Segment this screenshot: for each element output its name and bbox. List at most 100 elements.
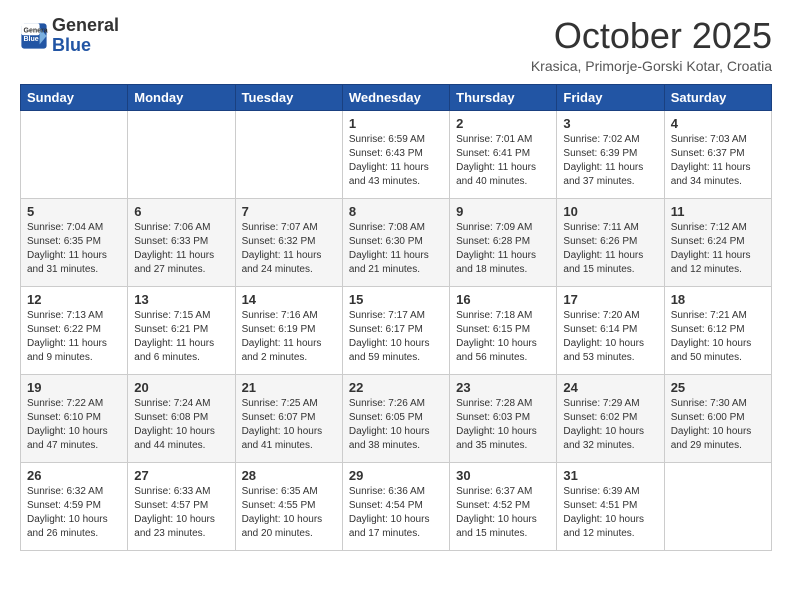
- day-number: 25: [671, 380, 765, 395]
- day-info: Sunrise: 7:30 AM Sunset: 6:00 PM Dayligh…: [671, 397, 765, 453]
- calendar-cell: 29 Sunrise: 6:36 AM Sunset: 4:54 PM Dayli…: [342, 462, 449, 550]
- calendar-cell: 9Sunrise: 7:09 AM Sunset: 6:28 PM Daylig…: [450, 198, 557, 286]
- calendar-cell: 16Sunrise: 7:18 AM Sunset: 6:15 PM Dayli…: [450, 286, 557, 374]
- calendar-cell: 13Sunrise: 7:15 AM Sunset: 6:21 PM Dayli…: [128, 286, 235, 374]
- calendar-cell: 28 Sunrise: 6:35 AM Sunset: 4:55 PM Dayli…: [235, 462, 342, 550]
- day-info: Sunrise: 7:01 AM Sunset: 6:41 PM Dayligh…: [456, 133, 550, 189]
- calendar-cell: 5 Sunrise: 7:04 AM Sunset: 6:35 PM Daylig…: [21, 198, 128, 286]
- day-info: Sunrise: 6:36 AM Sunset: 4:54 PM Dayligh…: [349, 485, 443, 541]
- day-number: 1: [349, 116, 443, 131]
- header-monday: Monday: [128, 84, 235, 110]
- day-info: Sunrise: 7:24 AM Sunset: 6:08 PM Dayligh…: [134, 397, 228, 453]
- day-info: Sunrise: 7:26 AM Sunset: 6:05 PM Dayligh…: [349, 397, 443, 453]
- title-block: October 2025 Krasica, Primorje-Gorski Ko…: [531, 16, 772, 74]
- day-number: 2: [456, 116, 550, 131]
- logo: General Blue General Blue: [20, 16, 119, 56]
- day-number: 30: [456, 468, 550, 483]
- day-number: 21: [242, 380, 336, 395]
- day-number: 20: [134, 380, 228, 395]
- calendar-cell: 14 Sunrise: 7:16 AM Sunset: 6:19 PM Dayli…: [235, 286, 342, 374]
- day-number: 17: [563, 292, 657, 307]
- day-number: 10: [563, 204, 657, 219]
- svg-text:Blue: Blue: [24, 36, 39, 43]
- day-number: 4: [671, 116, 765, 131]
- svg-text:General: General: [24, 27, 49, 34]
- header-thursday: Thursday: [450, 84, 557, 110]
- day-info: Sunrise: 7:25 AM Sunset: 6:07 PM Dayligh…: [242, 397, 336, 453]
- day-number: 28: [242, 468, 336, 483]
- month-title: October 2025: [531, 16, 772, 56]
- day-number: 22: [349, 380, 443, 395]
- page-header: General Blue General Blue October 2025 K…: [20, 16, 772, 74]
- day-info: Sunrise: 7:03 AM Sunset: 6:37 PM Dayligh…: [671, 133, 765, 189]
- day-info: Sunrise: 7:18 AM Sunset: 6:15 PM Dayligh…: [456, 309, 550, 365]
- day-number: 18: [671, 292, 765, 307]
- calendar-week-row: 19 Sunrise: 7:22 AM Sunset: 6:10 PM Dayli…: [21, 374, 772, 462]
- day-info: Sunrise: 7:16 AM Sunset: 6:19 PM Dayligh…: [242, 309, 336, 365]
- calendar-cell: 26 Sunrise: 6:32 AM Sunset: 4:59 PM Dayli…: [21, 462, 128, 550]
- day-info: Sunrise: 7:02 AM Sunset: 6:39 PM Dayligh…: [563, 133, 657, 189]
- calendar-cell: [235, 110, 342, 198]
- logo-general-text: General: [52, 15, 119, 35]
- calendar-cell: [128, 110, 235, 198]
- day-number: 15: [349, 292, 443, 307]
- calendar-week-row: 12 Sunrise: 7:13 AM Sunset: 6:22 PM Dayli…: [21, 286, 772, 374]
- day-number: 19: [27, 380, 121, 395]
- logo-icon: General Blue: [20, 22, 48, 50]
- header-wednesday: Wednesday: [342, 84, 449, 110]
- day-number: 27: [134, 468, 228, 483]
- day-number: 31: [563, 468, 657, 483]
- calendar-week-row: 1Sunrise: 6:59 AM Sunset: 6:43 PM Daylig…: [21, 110, 772, 198]
- calendar-cell: 8Sunrise: 7:08 AM Sunset: 6:30 PM Daylig…: [342, 198, 449, 286]
- calendar-cell: 31 Sunrise: 6:39 AM Sunset: 4:51 PM Dayli…: [557, 462, 664, 550]
- day-info: Sunrise: 7:07 AM Sunset: 6:32 PM Dayligh…: [242, 221, 336, 277]
- calendar-cell: 21 Sunrise: 7:25 AM Sunset: 6:07 PM Dayli…: [235, 374, 342, 462]
- day-info: Sunrise: 7:04 AM Sunset: 6:35 PM Dayligh…: [27, 221, 121, 277]
- day-info: Sunrise: 7:21 AM Sunset: 6:12 PM Dayligh…: [671, 309, 765, 365]
- calendar-cell: 11Sunrise: 7:12 AM Sunset: 6:24 PM Dayli…: [664, 198, 771, 286]
- day-info: Sunrise: 7:13 AM Sunset: 6:22 PM Dayligh…: [27, 309, 121, 365]
- calendar-cell: 27Sunrise: 6:33 AM Sunset: 4:57 PM Dayli…: [128, 462, 235, 550]
- day-number: 14: [242, 292, 336, 307]
- header-saturday: Saturday: [664, 84, 771, 110]
- calendar-cell: 19 Sunrise: 7:22 AM Sunset: 6:10 PM Dayli…: [21, 374, 128, 462]
- day-number: 23: [456, 380, 550, 395]
- day-number: 12: [27, 292, 121, 307]
- calendar-week-row: 26 Sunrise: 6:32 AM Sunset: 4:59 PM Dayli…: [21, 462, 772, 550]
- header-tuesday: Tuesday: [235, 84, 342, 110]
- day-info: Sunrise: 7:11 AM Sunset: 6:26 PM Dayligh…: [563, 221, 657, 277]
- calendar-cell: 17 Sunrise: 7:20 AM Sunset: 6:14 PM Dayli…: [557, 286, 664, 374]
- header-friday: Friday: [557, 84, 664, 110]
- calendar-header-row: Sunday Monday Tuesday Wednesday Thursday…: [21, 84, 772, 110]
- day-info: Sunrise: 7:22 AM Sunset: 6:10 PM Dayligh…: [27, 397, 121, 453]
- header-sunday: Sunday: [21, 84, 128, 110]
- calendar-cell: 12 Sunrise: 7:13 AM Sunset: 6:22 PM Dayli…: [21, 286, 128, 374]
- calendar-cell: 30Sunrise: 6:37 AM Sunset: 4:52 PM Dayli…: [450, 462, 557, 550]
- day-info: Sunrise: 7:06 AM Sunset: 6:33 PM Dayligh…: [134, 221, 228, 277]
- calendar-cell: 25 Sunrise: 7:30 AM Sunset: 6:00 PM Dayli…: [664, 374, 771, 462]
- day-info: Sunrise: 7:17 AM Sunset: 6:17 PM Dayligh…: [349, 309, 443, 365]
- day-info: Sunrise: 6:39 AM Sunset: 4:51 PM Dayligh…: [563, 485, 657, 541]
- day-info: Sunrise: 7:28 AM Sunset: 6:03 PM Dayligh…: [456, 397, 550, 453]
- day-number: 5: [27, 204, 121, 219]
- calendar-cell: 7Sunrise: 7:07 AM Sunset: 6:32 PM Daylig…: [235, 198, 342, 286]
- calendar-cell: 3 Sunrise: 7:02 AM Sunset: 6:39 PM Daylig…: [557, 110, 664, 198]
- day-number: 3: [563, 116, 657, 131]
- logo-blue-text: Blue: [52, 35, 91, 55]
- day-info: Sunrise: 6:32 AM Sunset: 4:59 PM Dayligh…: [27, 485, 121, 541]
- day-number: 8: [349, 204, 443, 219]
- day-number: 6: [134, 204, 228, 219]
- day-number: 13: [134, 292, 228, 307]
- calendar-cell: 20 Sunrise: 7:24 AM Sunset: 6:08 PM Dayli…: [128, 374, 235, 462]
- calendar-cell: 18 Sunrise: 7:21 AM Sunset: 6:12 PM Dayli…: [664, 286, 771, 374]
- day-info: Sunrise: 6:35 AM Sunset: 4:55 PM Dayligh…: [242, 485, 336, 541]
- day-number: 26: [27, 468, 121, 483]
- day-info: Sunrise: 7:09 AM Sunset: 6:28 PM Dayligh…: [456, 221, 550, 277]
- calendar-cell: 4 Sunrise: 7:03 AM Sunset: 6:37 PM Daylig…: [664, 110, 771, 198]
- calendar-cell: 24Sunrise: 7:29 AM Sunset: 6:02 PM Dayli…: [557, 374, 664, 462]
- day-number: 11: [671, 204, 765, 219]
- day-number: 29: [349, 468, 443, 483]
- calendar-cell: 22 Sunrise: 7:26 AM Sunset: 6:05 PM Dayli…: [342, 374, 449, 462]
- day-info: Sunrise: 7:20 AM Sunset: 6:14 PM Dayligh…: [563, 309, 657, 365]
- day-number: 24: [563, 380, 657, 395]
